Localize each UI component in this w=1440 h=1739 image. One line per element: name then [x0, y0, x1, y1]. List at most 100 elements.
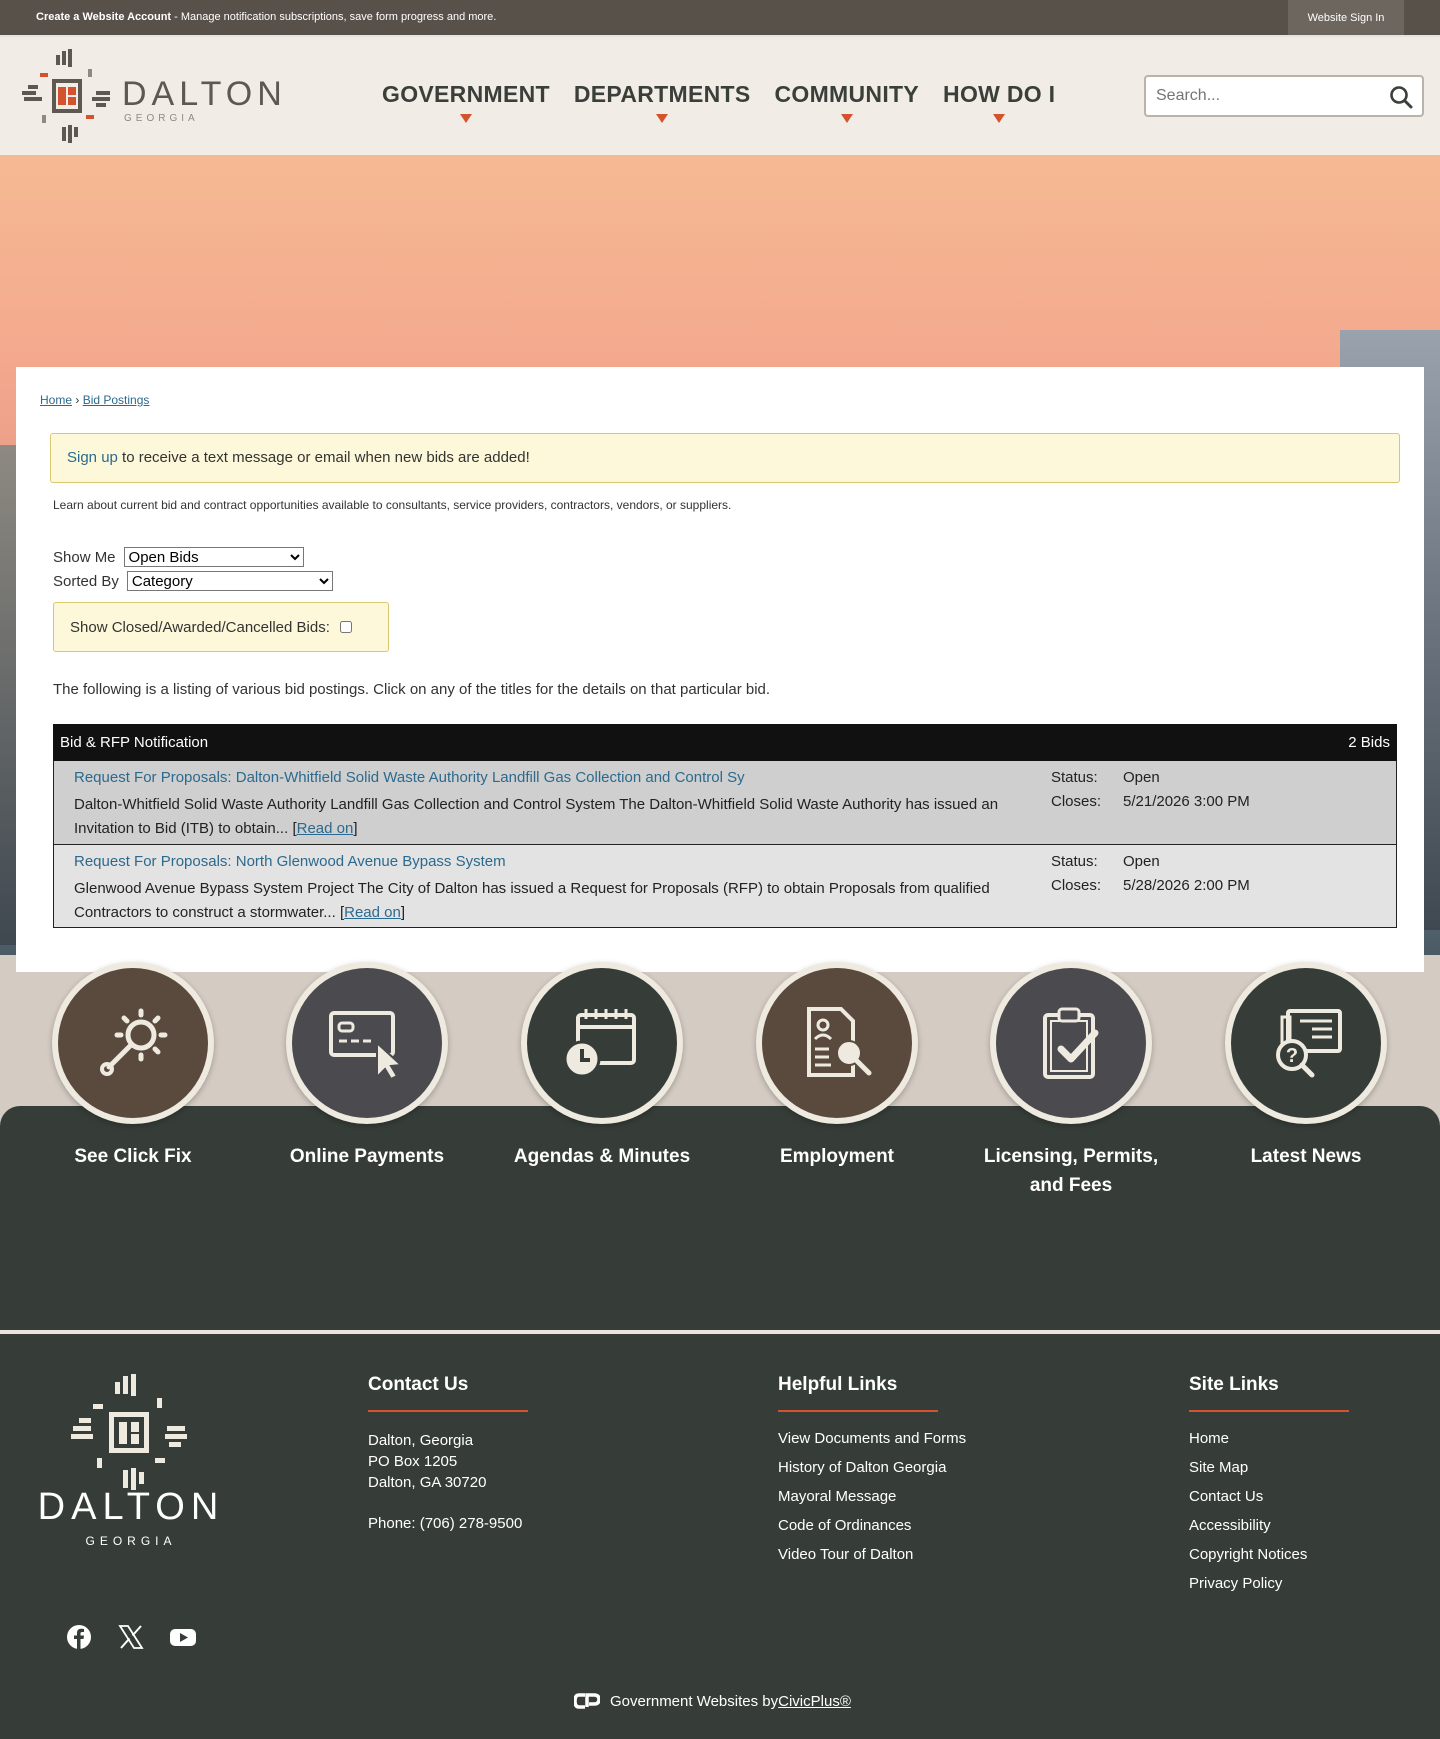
clipboard-check-icon	[1043, 1007, 1099, 1079]
top-bar: Create a Website Account - Manage notifi…	[0, 0, 1440, 35]
intro-text: Learn about current bid and contract opp…	[53, 498, 732, 512]
breadcrumb-separator: ›	[75, 393, 80, 407]
newspaper-question-icon: ?	[1276, 1009, 1342, 1078]
document-search-icon	[807, 1007, 872, 1077]
contact-po-box: PO Box 1205	[368, 1453, 458, 1470]
helpful-link[interactable]: Video Tour of Dalton	[778, 1540, 966, 1569]
bid-status: Open	[1123, 769, 1160, 786]
bid-meta: Status: Open Closes: 5/21/2026 3:00 PM	[1051, 769, 1250, 817]
quick-link-latest-news[interactable]: ? Latest News	[1216, 962, 1396, 1171]
quick-link-inner: ?	[1231, 968, 1381, 1118]
footer-contact-heading: Contact Us	[368, 1374, 469, 1395]
signup-notice-text: to receive a text message or email when …	[117, 449, 530, 466]
dalton-logo[interactable]: DALTON GEORGIA	[22, 49, 292, 143]
search-input[interactable]	[1146, 77, 1376, 115]
quick-link-licensing-permits[interactable]: Licensing, Permits, and Fees	[981, 962, 1161, 1200]
nav-government[interactable]: GOVERNMENT	[370, 81, 562, 123]
footer-logo[interactable]: DALTON GEORGIA	[20, 1374, 242, 1564]
site-link[interactable]: Privacy Policy	[1189, 1569, 1349, 1598]
nav-community[interactable]: COMMUNITY	[763, 81, 932, 123]
social-links	[66, 1624, 196, 1650]
quick-link-label: Licensing, Permits, and Fees	[983, 1146, 1159, 1196]
site-header: DALTON GEORGIA GOVERNMENT DEPARTMENTS CO…	[0, 35, 1440, 155]
quick-link-see-click-fix[interactable]: See Click Fix	[43, 962, 223, 1171]
footer-heading-rule	[778, 1410, 938, 1412]
bid-close-date: 5/21/2026 3:00 PM	[1123, 793, 1250, 810]
facebook-icon[interactable]	[66, 1624, 92, 1650]
site-link[interactable]: Copyright Notices	[1189, 1540, 1349, 1569]
main-nav: GOVERNMENT DEPARTMENTS COMMUNITY HOW DO …	[370, 81, 1067, 123]
footer-logo-wordmark: DALTON	[37, 1486, 225, 1528]
site-footer: DALTON GEORGIA Contact Us Dalton, Georgi…	[0, 1330, 1440, 1739]
site-link[interactable]: Contact Us	[1189, 1482, 1349, 1511]
helpful-link[interactable]: History of Dalton Georgia	[778, 1453, 966, 1482]
read-on-link[interactable]: Read on	[297, 820, 354, 837]
breadcrumb-bid-postings[interactable]: Bid Postings	[83, 393, 150, 407]
x-twitter-icon[interactable]	[118, 1624, 144, 1650]
quick-link-label: Online Payments	[289, 1146, 445, 1167]
breadcrumb-home[interactable]: Home	[40, 393, 72, 407]
civicplus-logo-icon	[574, 1693, 600, 1709]
site-link[interactable]: Home	[1189, 1424, 1349, 1453]
quick-link-agendas-minutes[interactable]: Agendas & Minutes	[512, 962, 692, 1171]
footer-heading-rule	[1189, 1410, 1349, 1412]
dropdown-arrow-icon	[840, 114, 853, 123]
quick-link-circle	[521, 962, 683, 1124]
dropdown-arrow-icon	[993, 114, 1006, 123]
bid-title-link[interactable]: Request For Proposals: Dalton-Whitfield …	[74, 769, 745, 786]
bid-description-text: Dalton-Whitfield Solid Waste Authority L…	[74, 796, 999, 837]
logo-subtitle: GEORGIA	[124, 113, 199, 124]
site-link[interactable]: Accessibility	[1189, 1511, 1349, 1540]
wrench-gear-icon	[100, 1008, 168, 1076]
card-cursor-icon	[329, 1011, 404, 1081]
helpful-link[interactable]: View Documents and Forms	[778, 1424, 966, 1453]
create-account-desc: - Manage notification subscriptions, sav…	[171, 11, 497, 23]
closes-label: Closes:	[1051, 877, 1102, 894]
listing-description: The following is a listing of various bi…	[53, 681, 771, 698]
dropdown-arrow-icon	[459, 114, 472, 123]
site-search	[1144, 75, 1424, 117]
search-icon[interactable]	[1388, 84, 1414, 110]
dropdown-arrow-icon	[656, 114, 669, 123]
youtube-icon[interactable]	[170, 1624, 196, 1650]
create-account-link[interactable]: Create a Website Account	[36, 11, 171, 23]
nav-departments[interactable]: DEPARTMENTS	[562, 81, 763, 123]
signup-link[interactable]: Sign up	[67, 449, 118, 466]
read-on-link[interactable]: Read on	[344, 904, 401, 921]
bid-description: Glenwood Avenue Bypass System Project Th…	[74, 880, 990, 921]
quick-link-label: Latest News	[1250, 1146, 1362, 1167]
hero-left-image	[0, 445, 16, 945]
quick-link-label: Agendas & Minutes	[513, 1146, 691, 1167]
helpful-link[interactable]: Mayoral Message	[778, 1482, 966, 1511]
bid-title-link[interactable]: Request For Proposals: North Glenwood Av…	[74, 853, 506, 870]
show-closed-box: Show Closed/Awarded/Cancelled Bids:	[53, 602, 389, 652]
bid-count: 2 Bids	[1348, 734, 1390, 751]
main-content: Home › Bid Postings Sign up to receive a…	[16, 367, 1424, 972]
website-signin-button[interactable]: Website Sign In	[1288, 0, 1404, 35]
quick-link-employment[interactable]: Employment	[747, 962, 927, 1171]
quick-link-circle	[52, 962, 214, 1124]
bid-category-title: Bid & RFP Notification	[60, 734, 209, 751]
create-account-message[interactable]: Create a Website Account - Manage notifi…	[36, 11, 496, 23]
nav-community-label: COMMUNITY	[774, 81, 920, 107]
quick-link-inner	[292, 968, 442, 1118]
nav-how-do-i[interactable]: HOW DO I	[931, 81, 1067, 123]
show-closed-label: Show Closed/Awarded/Cancelled Bids:	[70, 618, 330, 636]
bid-item: Request For Proposals: North Glenwood Av…	[53, 845, 1397, 928]
civicplus-link[interactable]: CivicPlus®	[778, 1693, 851, 1710]
site-link[interactable]: Site Map	[1189, 1453, 1349, 1482]
closes-label: Closes:	[1051, 793, 1102, 810]
contact-phone[interactable]: Phone: (706) 278-9500	[368, 1513, 528, 1534]
helpful-link[interactable]: Code of Ordinances	[778, 1511, 966, 1540]
show-me-select[interactable]: Open Bids	[123, 547, 304, 567]
footer-site-links: Site Links Home Site Map Contact Us Acce…	[1189, 1374, 1349, 1598]
show-closed-checkbox[interactable]	[339, 621, 352, 633]
bid-status: Open	[1123, 853, 1160, 870]
footer-heading-rule	[368, 1410, 528, 1412]
footer-site-heading: Site Links	[1189, 1374, 1279, 1395]
svg-text:?: ?	[1286, 1045, 1298, 1067]
quick-link-inner	[762, 968, 912, 1118]
nav-departments-label: DEPARTMENTS	[573, 81, 751, 107]
quick-link-online-payments[interactable]: Online Payments	[277, 962, 457, 1171]
sorted-by-select[interactable]: Category	[126, 571, 333, 591]
